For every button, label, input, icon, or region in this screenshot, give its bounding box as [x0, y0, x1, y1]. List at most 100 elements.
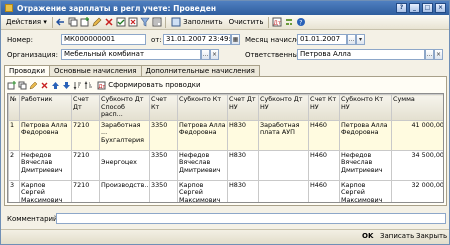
save-button[interactable]: Записать — [377, 231, 417, 243]
cell-worker[interactable]: Нефедов Вячеслав Дмитриевич — [19, 149, 72, 181]
edit-icon[interactable] — [92, 17, 102, 27]
document-icon — [5, 4, 13, 12]
col-header[interactable]: Счет Дт НУ — [227, 94, 259, 121]
table-row[interactable]: 2 Нефедов Вячеслав Дмитриевич 7210 Энерг… — [8, 149, 443, 181]
cell-account-kt[interactable]: 3350 — [149, 119, 178, 151]
add-icon[interactable] — [80, 17, 90, 27]
cell-account-kt[interactable]: 3350 — [149, 149, 178, 181]
tab-additional-accruals[interactable]: Дополнительные начисления — [140, 65, 260, 76]
col-header[interactable]: Работник — [19, 94, 72, 121]
col-header[interactable]: Субконто Кт — [177, 94, 228, 121]
cell-account-dt[interactable]: 7210 — [71, 179, 100, 202]
report-icon[interactable] — [152, 17, 162, 27]
month-down-icon[interactable]: ▾ — [356, 34, 365, 45]
help-question-icon[interactable]: ? — [296, 17, 306, 27]
responsible-clear-icon[interactable]: × — [434, 49, 443, 60]
col-header[interactable]: Субконто Дт Способ расп... — [99, 94, 150, 121]
edit-row-icon[interactable] — [29, 81, 38, 90]
cell-subconto-kt[interactable]: Петрова Алла Федоровна — [177, 119, 228, 151]
col-header[interactable]: Сумма — [391, 94, 443, 121]
copy-icon[interactable] — [68, 17, 78, 27]
month-field[interactable]: 01.01.2007 — [297, 34, 347, 45]
copy-row-icon[interactable] — [18, 81, 27, 90]
dt-kt-icon[interactable]: Дт — [272, 17, 282, 27]
cell-account-dt[interactable]: 7210 — [71, 149, 100, 181]
clear-button[interactable]: Очистить — [227, 16, 266, 28]
maximize-icon[interactable]: □ — [422, 3, 433, 13]
organization-select-icon[interactable]: … — [201, 49, 210, 60]
cell-account-kt-nu[interactable]: Н460 — [308, 179, 340, 202]
fill-button[interactable]: Заполнить — [169, 16, 225, 28]
col-header[interactable]: Субконто Кт НУ — [339, 94, 392, 121]
unpost-icon[interactable] — [128, 17, 138, 27]
date-picker-icon[interactable]: ▦ — [231, 34, 240, 45]
cell-worker[interactable]: Карпов Сергей Максимович — [19, 179, 72, 202]
cell-account-dt-nu[interactable]: Н830 — [227, 149, 259, 181]
cell-account-kt[interactable]: 3350 — [149, 179, 178, 202]
grid-toolbar: Дт Сформировать проводки — [7, 79, 203, 91]
structure-icon[interactable] — [284, 17, 294, 27]
sort-desc-icon[interactable] — [84, 80, 93, 90]
comment-field[interactable] — [56, 213, 446, 224]
cell-subconto-dt-nu[interactable]: Заработная плата АУП — [258, 119, 309, 151]
minimize-icon[interactable]: _ — [409, 3, 420, 13]
cell-account-dt-nu[interactable]: Н830 — [227, 119, 259, 151]
tab-main-accruals[interactable]: Основные начисления — [49, 65, 142, 76]
cell-sum[interactable]: 32 000,00 — [391, 179, 443, 202]
table-header: № Работник Счет Дт Субконто Дт Способ рас… — [8, 94, 443, 121]
sort-asc-icon[interactable] — [73, 81, 82, 90]
cell-account-dt[interactable]: 7210 — [71, 119, 100, 151]
cell-subconto-dt[interactable]: Заработная ... Бухгалтерия — [99, 119, 150, 151]
cell-subconto-kt[interactable]: Нефедов Вячеслав Дмитриевич — [177, 149, 228, 181]
cell-account-dt-nu[interactable]: Н830 — [227, 179, 259, 202]
cell-number: 3 — [8, 179, 20, 202]
cell-account-kt-nu[interactable]: Н460 — [308, 149, 340, 181]
delete-row-icon[interactable] — [40, 81, 49, 90]
organization-field[interactable]: Мебельный комбинат — [61, 49, 201, 60]
col-header[interactable]: Счет Дт — [71, 94, 100, 121]
generate-postings-button[interactable]: Дт Сформировать проводки — [95, 79, 203, 91]
svg-text:Дт: Дт — [274, 21, 282, 27]
number-field[interactable]: МК000000001 — [61, 34, 146, 45]
cell-account-kt-nu[interactable]: Н460 — [308, 119, 340, 151]
move-up-icon[interactable] — [51, 81, 60, 90]
cell-subconto-dt[interactable]: Энергоцех — [99, 149, 150, 181]
cell-subconto-kt-nu[interactable]: Нефедов Вячеслав Дмитриевич — [339, 149, 392, 181]
cell-subconto-dt-nu[interactable] — [258, 179, 309, 202]
date-field[interactable]: 31.01.2007 23:49:00 — [163, 34, 231, 45]
close-button[interactable]: Закрыть — [413, 231, 450, 243]
back-arrow-icon[interactable] — [55, 17, 66, 27]
col-header[interactable]: Счет Кт НУ — [308, 94, 340, 121]
cell-subconto-kt[interactable]: Карпов Сергей Максимович — [177, 179, 228, 202]
close-icon[interactable]: × — [435, 3, 446, 13]
month-picker-icon[interactable]: … — [347, 34, 356, 45]
cell-subconto-dt-nu[interactable] — [258, 149, 309, 181]
table-row[interactable]: 3 Карпов Сергей Максимович 7210 Производ… — [8, 179, 443, 202]
post-icon[interactable] — [116, 17, 126, 27]
cell-sum[interactable]: 34 500,00 — [391, 149, 443, 181]
add-row-icon[interactable] — [7, 80, 16, 90]
cell-sum[interactable]: 41 000,00 — [391, 119, 443, 151]
col-header[interactable]: Счет Кт — [149, 94, 178, 121]
ok-button[interactable]: OK — [359, 231, 376, 243]
cell-worker[interactable]: Петрова Алла Федоровна — [19, 119, 72, 151]
cell-subconto-kt-nu[interactable]: Карпов Сергей Максимович — [339, 179, 392, 202]
table-row[interactable]: 1 Петрова Алла Федоровна 7210 Заработная… — [8, 119, 443, 151]
actions-menu[interactable]: Действия ▾ — [4, 16, 49, 28]
help-icon[interactable]: ? — [396, 3, 407, 13]
organization-label: Организация: — [7, 51, 58, 59]
comment-label: Комментарий: — [7, 215, 60, 223]
cell-subconto-dt[interactable]: Производств... — [99, 179, 150, 202]
col-header[interactable]: № — [8, 94, 20, 121]
title-bar: Отражение зарплаты в регл учете: Проведе… — [1, 1, 449, 15]
filter-icon[interactable] — [140, 17, 150, 27]
generate-icon: Дт — [97, 81, 106, 90]
delete-icon[interactable] — [104, 17, 114, 27]
responsible-select-icon[interactable]: … — [425, 49, 434, 60]
cell-subconto-kt-nu[interactable]: Петрова Алла Федоровна — [339, 119, 392, 151]
col-header[interactable]: Субконто Дт НУ — [258, 94, 309, 121]
responsible-field[interactable]: Петрова Алла — [297, 49, 425, 60]
organization-clear-icon[interactable]: × — [210, 49, 219, 60]
clear-label: Очистить — [228, 18, 264, 26]
move-down-icon[interactable] — [62, 81, 71, 90]
